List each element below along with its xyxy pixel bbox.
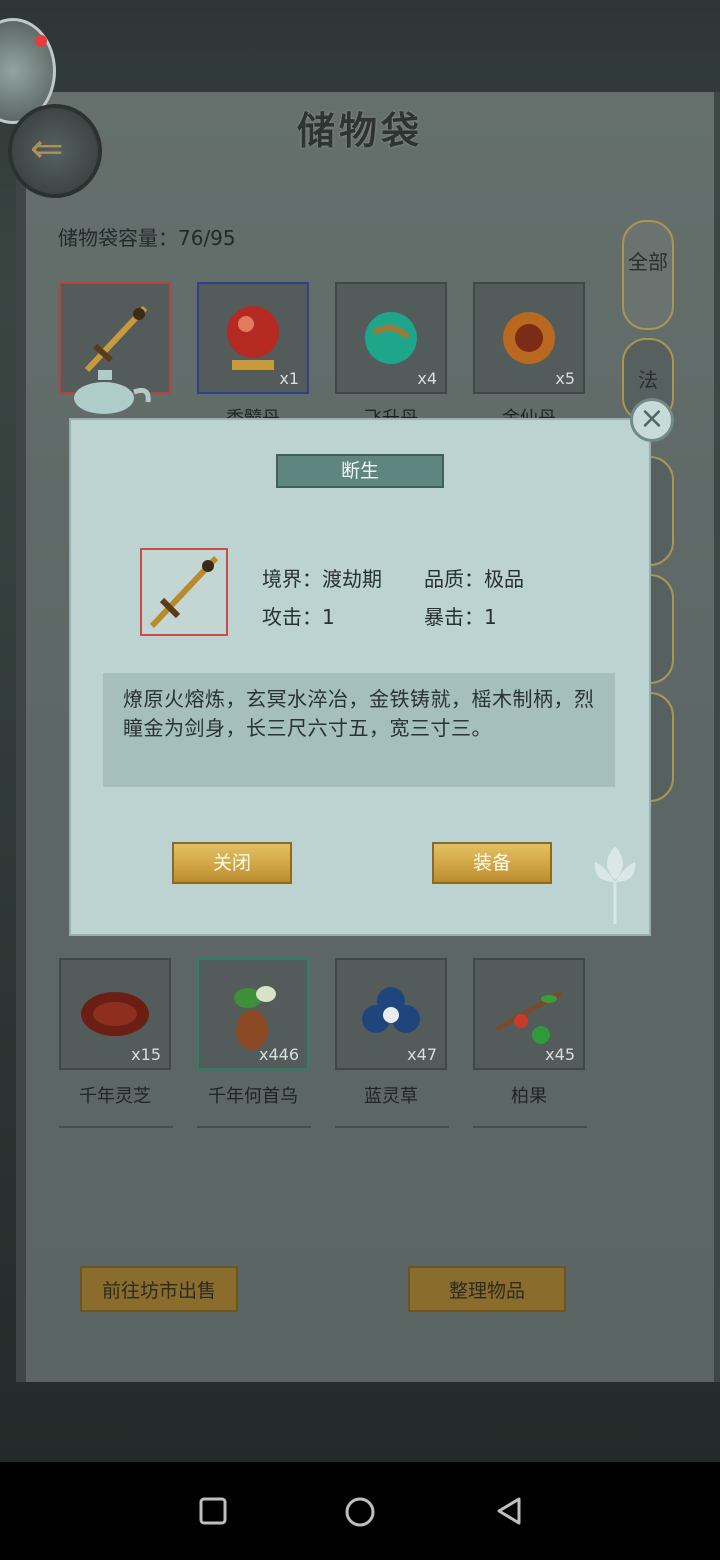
page-title: 储物袋: [296, 108, 423, 153]
item-count: x1: [279, 369, 299, 388]
item-name: 千年灵芝: [79, 1086, 151, 1107]
divider: [335, 1126, 449, 1128]
item-description: 燎原火熔炼，玄冥水淬冶，金铁铸就，榣木制柄，烈瞳金为剑身，长三尺六寸五，宽三寸三…: [103, 673, 615, 787]
lotus-icon: [594, 846, 636, 924]
android-nav-bar: [0, 1462, 720, 1560]
item-slot[interactable]: x1: [197, 282, 309, 394]
item-slot[interactable]: x47: [335, 958, 447, 1070]
dialog-title-banner: 断生: [262, 452, 458, 490]
sell-at-market-button[interactable]: 前往坊市出售: [80, 1266, 238, 1312]
item-name: 蓝灵草: [364, 1086, 418, 1107]
lingzhi-icon: [81, 992, 149, 1036]
item-count: x446: [258, 1045, 299, 1064]
realm-stat: 境界：渡劫期: [262, 567, 382, 591]
close-button[interactable]: 关闭: [172, 842, 292, 884]
quality-stat: 品质：极品: [424, 567, 524, 591]
back-nav-icon[interactable]: [494, 1496, 524, 1526]
berry-branch-icon: [495, 990, 563, 1044]
divider: [59, 1126, 173, 1128]
item-slot[interactable]: x5: [473, 282, 585, 394]
item-count: x4: [417, 369, 437, 388]
sword-icon: [149, 555, 219, 629]
item-slot[interactable]: x4: [335, 282, 447, 394]
selected-item-icon: [140, 548, 228, 636]
item-name: 柏果: [511, 1086, 547, 1107]
notification-dot: [35, 35, 47, 47]
recent-apps-icon[interactable]: [198, 1496, 228, 1526]
game-screen: ⇐ 储物袋 储物袋容量：76/95 全部 法 x1 x4 x5 x15 x446…: [0, 0, 720, 1462]
red-orb-icon: [227, 306, 279, 370]
divider: [197, 1126, 311, 1128]
amber-pill-icon: [503, 312, 555, 364]
home-icon[interactable]: [344, 1496, 376, 1528]
item-name: 千年何首乌: [208, 1086, 298, 1107]
crit-stat: 暴击：1: [424, 605, 497, 629]
attack-stat: 攻击：1: [262, 605, 335, 629]
item-count: x5: [555, 369, 575, 388]
capacity-label: 储物袋容量：76/95: [58, 226, 236, 250]
organize-items-button[interactable]: 整理物品: [408, 1266, 566, 1312]
item-count: x45: [545, 1045, 575, 1064]
item-slot[interactable]: x446: [197, 958, 309, 1070]
close-icon: ×: [639, 401, 665, 436]
dialog-title: 断生: [340, 460, 379, 482]
item-count: x15: [131, 1045, 161, 1064]
heshouwu-icon: [234, 986, 276, 1050]
tab-fa-label: 法: [638, 368, 658, 392]
blue-flower-icon: [362, 987, 420, 1033]
item-slot[interactable]: x15: [59, 958, 171, 1070]
dialog-close-button[interactable]: ×: [630, 398, 674, 442]
divider: [473, 1126, 587, 1128]
item-count: x47: [407, 1045, 437, 1064]
item-slot[interactable]: x45: [473, 958, 585, 1070]
green-orb-icon: [365, 312, 417, 364]
tab-all[interactable]: 全部: [622, 220, 674, 330]
equip-button[interactable]: 装备: [432, 842, 552, 884]
tab-all-label: 全部: [628, 250, 668, 274]
teapot-icon: [74, 370, 151, 414]
